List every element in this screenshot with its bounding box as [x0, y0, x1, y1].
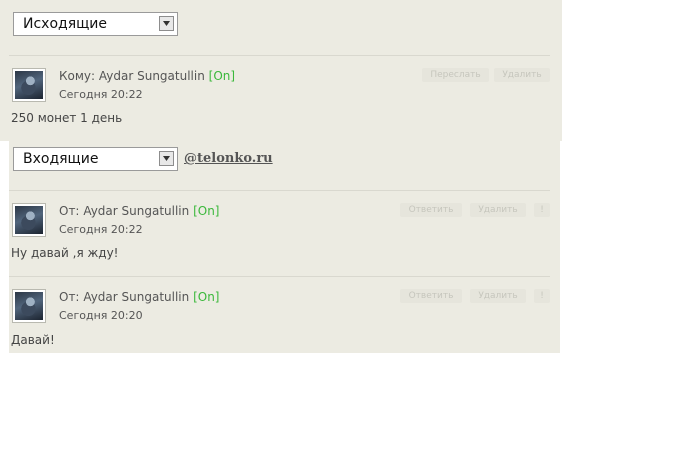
- delete-button[interactable]: Удалить: [470, 289, 526, 303]
- user-avatar-image: [15, 206, 43, 234]
- reply-button[interactable]: Ответить: [400, 203, 462, 217]
- report-button[interactable]: !: [534, 289, 550, 303]
- forward-button[interactable]: Переслать: [422, 68, 489, 82]
- recipient-name[interactable]: Aydar Sungatullin: [99, 69, 205, 83]
- divider: [9, 190, 550, 191]
- online-status: [On]: [208, 69, 236, 83]
- sender-prefix: От:: [59, 290, 80, 304]
- message-text: 250 монет 1 день: [11, 111, 123, 125]
- sender-name[interactable]: Aydar Sungatullin: [83, 290, 189, 304]
- incoming-filter-select[interactable]: Входящие: [13, 147, 178, 171]
- user-avatar-image: [15, 292, 43, 320]
- sender-prefix: От:: [59, 204, 80, 218]
- message-header: Кому: Aydar Sungatullin [On]: [59, 69, 235, 83]
- delete-button[interactable]: Удалить: [470, 203, 526, 217]
- chevron-down-icon[interactable]: [159, 16, 174, 31]
- online-status: [On]: [193, 204, 220, 218]
- reply-button[interactable]: Ответить: [400, 289, 462, 303]
- message-header: От: Aydar Sungatullin [On]: [59, 290, 220, 304]
- outgoing-filter-select[interactable]: Исходящие: [13, 12, 178, 36]
- incoming-filter-value: Входящие: [23, 151, 99, 167]
- online-status: [On]: [193, 290, 220, 304]
- delete-button[interactable]: Удалить: [494, 68, 550, 82]
- avatar[interactable]: [12, 203, 46, 237]
- site-link[interactable]: @telonko.ru: [184, 151, 273, 166]
- chevron-down-icon[interactable]: [159, 151, 174, 166]
- avatar[interactable]: [12, 289, 46, 323]
- message-text: Ну давай ,я жду!: [11, 246, 119, 260]
- divider: [9, 55, 550, 56]
- sender-name[interactable]: Aydar Sungatullin: [83, 204, 189, 218]
- message-text: Давай!: [11, 333, 55, 347]
- recipient-prefix: Кому:: [59, 69, 96, 83]
- avatar[interactable]: [12, 68, 46, 102]
- message-time: Сегодня 20:20: [59, 309, 143, 322]
- report-button[interactable]: !: [534, 203, 550, 217]
- message-time: Сегодня 20:22: [59, 88, 143, 101]
- message-time: Сегодня 20:22: [59, 223, 143, 236]
- divider: [9, 276, 550, 277]
- outgoing-filter-value: Исходящие: [23, 16, 108, 32]
- user-avatar-image: [15, 71, 43, 99]
- message-header: От: Aydar Sungatullin [On]: [59, 204, 220, 218]
